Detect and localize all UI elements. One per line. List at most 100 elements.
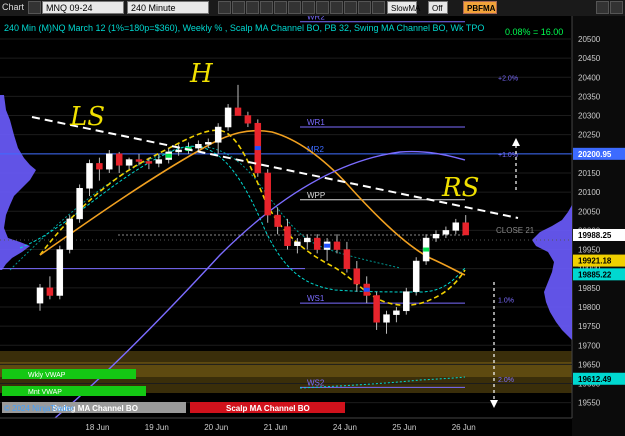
instrument-arrow-button[interactable] — [28, 1, 41, 14]
percent-label: 2.0% — [498, 377, 514, 384]
candle-highlight — [165, 153, 172, 158]
candle-body — [66, 218, 73, 250]
scroll-left-button[interactable] — [596, 1, 609, 14]
candle-body — [36, 287, 44, 304]
candle-body — [462, 222, 469, 236]
candle-highlight — [363, 287, 370, 292]
candle-body — [304, 237, 311, 243]
pbfma-button[interactable]: PBFMA — [463, 1, 497, 14]
price-tag-label: 19612.49 — [578, 375, 612, 384]
app-label: Chart — [2, 2, 25, 12]
monthly-vwap-label-bg — [2, 386, 146, 396]
weekly-vwap-label-bg — [2, 369, 136, 379]
candle-body — [76, 188, 83, 220]
monthly-vwap-label: Mnt VWAP — [28, 389, 62, 396]
scalp-ma-channel-bo-label: Scalp MA Channel BO — [226, 404, 310, 413]
h-annotation: H — [189, 59, 214, 89]
copyright-watermark: © 2024 NinjaTrader — [4, 404, 74, 413]
candle-body — [412, 260, 420, 292]
candle-body — [224, 107, 232, 128]
weekly-vwap-label: Wkly VWAP — [28, 372, 66, 379]
candle-body — [442, 230, 450, 235]
pivot-level-label: WR1 — [307, 118, 325, 127]
off-toggle[interactable]: Off — [428, 1, 448, 14]
candle-body — [353, 268, 361, 285]
candle-highlight — [423, 247, 430, 252]
x-tick-label: 24 Jun — [333, 423, 357, 432]
y-tick-label: 20150 — [578, 169, 601, 178]
candle-body — [46, 287, 54, 296]
y-tick-label: 20050 — [578, 207, 601, 216]
percent-label: +2.0% — [498, 75, 518, 82]
toolbar-button-8[interactable] — [316, 1, 329, 14]
price-tag-label: 19921.18 — [578, 257, 612, 266]
scroll-right-button[interactable] — [610, 1, 623, 14]
candle-body — [383, 314, 390, 323]
y-tick-label: 20350 — [578, 92, 601, 101]
candle-highlight — [324, 243, 331, 248]
candle-body — [205, 142, 212, 145]
candle-body — [343, 249, 351, 269]
price-tag-label: 20200.95 — [578, 150, 612, 159]
percent-label: 1.0% — [498, 297, 514, 304]
toolbar-button-4[interactable] — [260, 1, 273, 14]
candle-body — [274, 214, 281, 227]
candle-body — [432, 233, 440, 239]
candle-body — [284, 226, 291, 246]
x-tick-label: 25 Jun — [392, 423, 416, 432]
y-tick-label: 20450 — [578, 54, 601, 63]
candle-body — [96, 163, 103, 170]
candle-highlight — [254, 146, 261, 151]
toolbar-button-11[interactable] — [358, 1, 371, 14]
ls-annotation: LS — [69, 102, 105, 132]
y-tick-label: 19950 — [578, 246, 601, 255]
toolbar-button-6[interactable] — [288, 1, 301, 14]
y-tick-label: 20400 — [578, 73, 601, 82]
chart-toolbar: Chart MNQ 09-24 240 Minute SlowMA Off PB… — [0, 0, 625, 17]
toolbar-button-10[interactable] — [344, 1, 357, 14]
candle-body — [175, 149, 182, 153]
toolbar-button-1[interactable] — [218, 1, 231, 14]
candle-body — [145, 161, 153, 164]
toolbar-button-12[interactable] — [372, 1, 385, 14]
pivot-level-label: WS1 — [307, 294, 325, 303]
candle-body — [56, 249, 64, 296]
pivot-level-label: WR2 — [307, 16, 325, 22]
candle-body — [125, 159, 133, 166]
candle-body — [86, 163, 93, 189]
candle-body — [135, 159, 143, 162]
candle-body — [373, 295, 380, 323]
chart-area: WR2 WR1 MR2 WPP CLOSE 21 WS1 WS2 +2.0% +1.0% 1.0%… — [0, 16, 625, 436]
candle-body — [115, 153, 123, 166]
pivot-level-label: MR2 — [307, 145, 324, 154]
rs-annotation: RS — [441, 173, 479, 203]
toolbar-button-5[interactable] — [274, 1, 287, 14]
y-tick-label: 19550 — [578, 399, 601, 408]
candle-body — [106, 153, 113, 170]
candle-body — [244, 115, 252, 124]
y-tick-label: 20250 — [578, 131, 601, 140]
candle-body — [234, 107, 242, 116]
x-tick-label: 26 Jun — [452, 423, 476, 432]
slow-ma-button[interactable]: SlowMA — [387, 1, 420, 14]
x-tick-label: 18 Jun — [85, 423, 109, 432]
toolbar-button-7[interactable] — [302, 1, 315, 14]
percent-label: +1.0% — [498, 152, 518, 159]
y-tick-label: 19850 — [578, 284, 601, 293]
x-tick-label: 19 Jun — [145, 423, 169, 432]
y-tick-label: 20300 — [578, 112, 601, 121]
pivot-level-label: CLOSE 21 — [496, 226, 535, 235]
x-tick-label: 20 Jun — [204, 423, 228, 432]
interval-select[interactable]: 240 Minute — [127, 1, 209, 14]
candle-body — [264, 172, 271, 216]
y-tick-label: 20500 — [578, 35, 601, 44]
instrument-select[interactable]: MNQ 09-24 — [42, 1, 124, 14]
toolbar-button-9[interactable] — [330, 1, 343, 14]
candle-body — [313, 237, 321, 250]
toolbar-button-2[interactable] — [232, 1, 245, 14]
x-tick-label: 21 Jun — [264, 423, 288, 432]
toolbar-button-3[interactable] — [246, 1, 259, 14]
y-tick-label: 19750 — [578, 322, 601, 331]
y-tick-label: 19650 — [578, 360, 601, 369]
candle-body — [403, 291, 410, 312]
